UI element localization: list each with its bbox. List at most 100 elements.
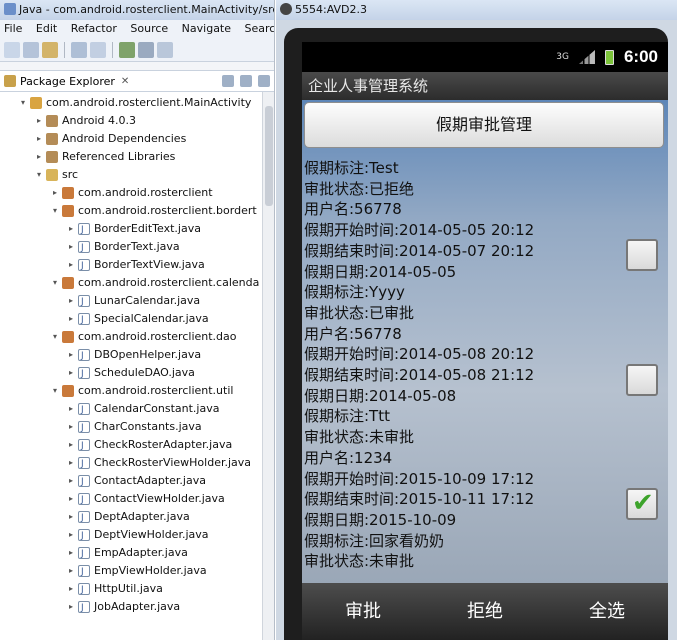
run-icon[interactable] xyxy=(119,41,135,58)
select-all-button[interactable]: 全选 xyxy=(546,583,668,640)
tree-item[interactable]: ▸ EmpViewHolder.java xyxy=(0,562,274,581)
tree-item[interactable]: ▸ DBOpenHelper.java xyxy=(0,346,274,365)
tree-item[interactable]: ▸ Android Dependencies xyxy=(0,130,274,148)
tree-scrollbar[interactable] xyxy=(262,92,274,640)
collapsed-arrow-icon[interactable]: ▸ xyxy=(66,508,76,526)
close-icon[interactable]: ✕ xyxy=(121,76,129,87)
tree-item[interactable]: ▾ com.android.rosterclient.dao xyxy=(0,328,274,346)
list-item[interactable]: 用户名:1234 假期开始时间:2015-10-09 17:12 假期结束时间:20… xyxy=(302,448,668,572)
collapsed-arrow-icon[interactable]: ▸ xyxy=(66,580,76,598)
collapsed-arrow-icon[interactable]: ▸ xyxy=(34,112,44,130)
collapsed-arrow-icon[interactable]: ▸ xyxy=(66,238,76,256)
collapsed-arrow-icon[interactable]: ▸ xyxy=(34,130,44,148)
eclipse-title: Java - com.android.rosterclient.MainActi… xyxy=(19,3,274,16)
expanded-arrow-icon[interactable]: ▾ xyxy=(50,274,60,292)
expanded-arrow-icon[interactable]: ▾ xyxy=(18,94,28,112)
bottom-action-bar: 审批 拒绝 全选 xyxy=(302,583,668,640)
tree-item-label: com.android.rosterclient.calenda xyxy=(78,276,260,289)
list-item[interactable]: 用户名:56778 假期开始时间:2014-05-08 20:12 假期结束时间:2… xyxy=(302,324,668,448)
collapsed-arrow-icon[interactable]: ▸ xyxy=(66,598,76,616)
tree-item[interactable]: ▾ src xyxy=(0,166,274,184)
leave-request-list[interactable]: 假期标注:Test 审批状态:已拒绝 用户名:56778 假期开始时间:2014-… xyxy=(302,158,668,572)
menu-navigate[interactable]: Navigate xyxy=(182,22,231,35)
tree-item[interactable]: ▾ com.android.rosterclient.bordert xyxy=(0,202,274,220)
new-file-icon[interactable] xyxy=(4,41,20,58)
collapsed-arrow-icon[interactable]: ▸ xyxy=(66,472,76,490)
tree-item[interactable]: ▾ com.android.rosterclient.calenda xyxy=(0,274,274,292)
collapsed-arrow-icon[interactable]: ▸ xyxy=(66,364,76,382)
collapsed-arrow-icon[interactable]: ▸ xyxy=(66,220,76,238)
tree-item[interactable]: ▸ CharConstants.java xyxy=(0,418,274,437)
view-menu-icon[interactable] xyxy=(258,75,270,87)
link-editor-icon[interactable] xyxy=(240,75,252,87)
collapsed-arrow-icon[interactable]: ▸ xyxy=(66,346,76,364)
collapsed-arrow-icon[interactable]: ▸ xyxy=(66,436,76,454)
print-icon[interactable] xyxy=(71,41,87,58)
tree-item-label: HttpUtil.java xyxy=(94,582,163,595)
tree-item[interactable]: ▾ com.android.rosterclient.MainActivity xyxy=(0,94,274,112)
collapsed-arrow-icon[interactable]: ▸ xyxy=(66,526,76,544)
leave-start-time: 假期开始时间:2015-10-09 17:12 xyxy=(304,469,535,488)
tree-item[interactable]: ▸ HttpUtil.java xyxy=(0,580,274,599)
tree-item[interactable]: ▸ DeptAdapter.java xyxy=(0,508,274,527)
tree-item[interactable]: ▸ EmpAdapter.java xyxy=(0,544,274,563)
tree-item[interactable]: ▸ SpecialCalendar.java xyxy=(0,310,274,329)
tree-item[interactable]: ▸ CheckRosterAdapter.java xyxy=(0,436,274,455)
expanded-arrow-icon[interactable]: ▾ xyxy=(50,328,60,346)
collapsed-arrow-icon[interactable]: ▸ xyxy=(66,292,76,310)
collapse-all-icon[interactable] xyxy=(222,75,234,87)
select-checkbox[interactable] xyxy=(626,239,658,272)
tree-item[interactable]: ▸ JobAdapter.java xyxy=(0,598,274,617)
tree-item[interactable]: ▸ Android 4.0.3 xyxy=(0,112,274,130)
debug-icon[interactable] xyxy=(138,41,154,58)
tree-item[interactable]: ▸ ContactViewHolder.java xyxy=(0,490,274,509)
menu-edit[interactable]: Edit xyxy=(36,22,57,35)
collapsed-arrow-icon[interactable]: ▸ xyxy=(66,310,76,328)
java-icon xyxy=(78,545,90,563)
package-explorer-title[interactable]: Package Explorer xyxy=(20,75,115,88)
collapsed-arrow-icon[interactable]: ▸ xyxy=(66,544,76,562)
tree-item[interactable]: ▸ BorderTextView.java xyxy=(0,256,274,275)
tree-item[interactable]: ▾ com.android.rosterclient.util xyxy=(0,382,274,400)
collapsed-arrow-icon[interactable]: ▸ xyxy=(66,562,76,580)
tree-item[interactable]: ▸ Referenced Libraries xyxy=(0,148,274,166)
collapsed-arrow-icon[interactable]: ▸ xyxy=(50,184,60,202)
tree-item[interactable]: ▸ ScheduleDAO.java xyxy=(0,364,274,383)
leave-approval-header-button[interactable]: 假期审批管理 xyxy=(304,102,664,148)
collapsed-arrow-icon[interactable]: ▸ xyxy=(66,256,76,274)
collapsed-arrow-icon[interactable]: ▸ xyxy=(66,400,76,418)
tree-item[interactable]: ▸ BorderText.java xyxy=(0,238,274,257)
select-checkbox[interactable] xyxy=(626,363,658,396)
tree-item[interactable]: ▸ DeptViewHolder.java xyxy=(0,526,274,545)
collapsed-arrow-icon[interactable]: ▸ xyxy=(34,148,44,166)
menu-search[interactable]: Search xyxy=(245,22,274,35)
menu-refactor[interactable]: Refactor xyxy=(71,22,117,35)
expanded-arrow-icon[interactable]: ▾ xyxy=(34,166,44,184)
menu-source[interactable]: Source xyxy=(130,22,168,35)
scrollbar-thumb[interactable] xyxy=(265,106,273,206)
tree-item[interactable]: ▸ ContactAdapter.java xyxy=(0,472,274,491)
tree-item[interactable]: ▸ LunarCalendar.java xyxy=(0,292,274,311)
search-icon[interactable] xyxy=(157,41,173,58)
tree-item[interactable]: ▸ BorderEditText.java xyxy=(0,220,274,239)
build-icon[interactable] xyxy=(90,41,106,58)
tree-item[interactable]: ▸ com.android.rosterclient xyxy=(0,184,274,202)
status-clock: 6:00 xyxy=(623,47,658,66)
reject-button[interactable]: 拒绝 xyxy=(424,583,546,640)
collapsed-arrow-icon[interactable]: ▸ xyxy=(66,490,76,508)
java-icon xyxy=(78,239,90,257)
save-icon[interactable] xyxy=(23,41,39,58)
open-folder-icon[interactable] xyxy=(42,41,58,58)
expanded-arrow-icon[interactable]: ▾ xyxy=(50,382,60,400)
expanded-arrow-icon[interactable]: ▾ xyxy=(50,202,60,220)
lib-icon xyxy=(46,133,58,145)
select-checkbox[interactable]: ✔ xyxy=(626,487,658,520)
list-item[interactable]: 用户名:56778 假期开始时间:2014-05-05 20:12 假期结束时间:2… xyxy=(302,199,668,323)
collapsed-arrow-icon[interactable]: ▸ xyxy=(66,454,76,472)
tree-item-label: ContactViewHolder.java xyxy=(94,492,225,505)
approve-button[interactable]: 审批 xyxy=(302,583,424,640)
tree-item[interactable]: ▸ CalendarConstant.java xyxy=(0,400,274,419)
collapsed-arrow-icon[interactable]: ▸ xyxy=(66,418,76,436)
menu-file[interactable]: File xyxy=(4,22,22,35)
tree-item[interactable]: ▸ CheckRosterViewHolder.java xyxy=(0,454,274,473)
